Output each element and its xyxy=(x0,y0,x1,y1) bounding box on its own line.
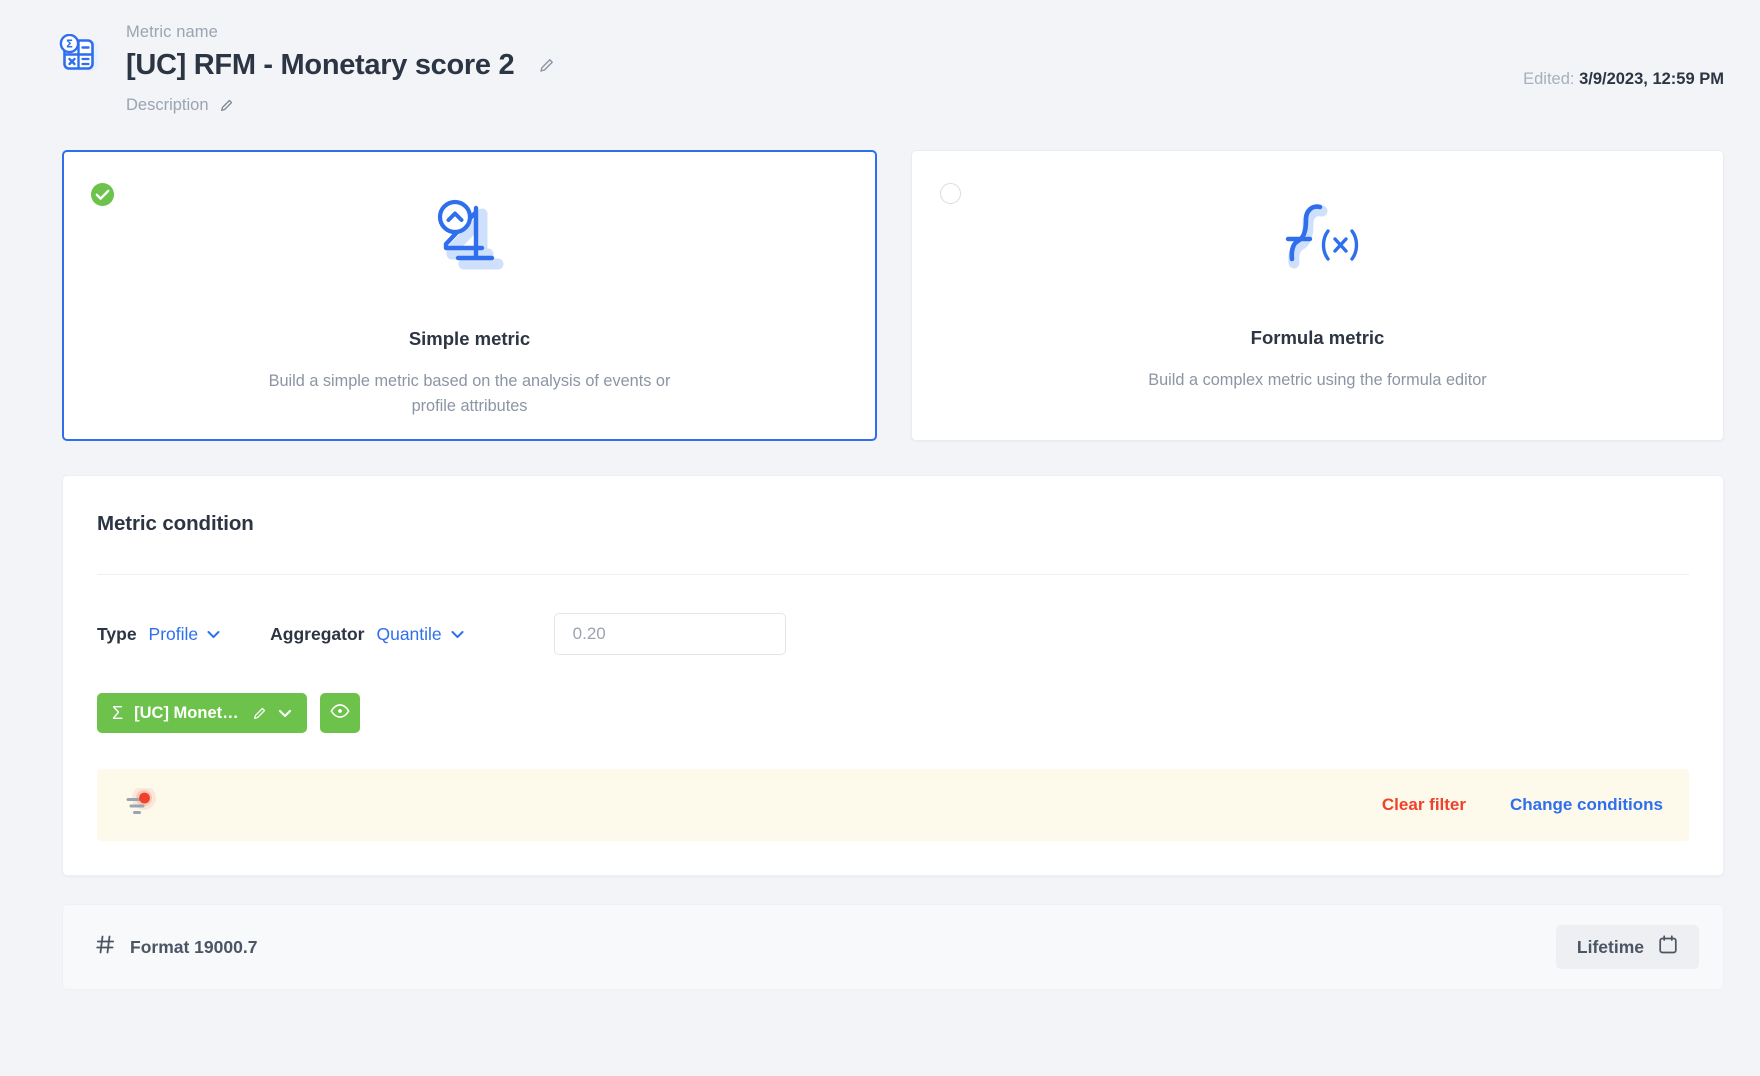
condition-controls-row: Type Profile Aggregator Quantile xyxy=(97,613,1689,655)
check-circle-icon xyxy=(90,182,115,207)
period-label: Lifetime xyxy=(1577,937,1644,958)
calendar-icon xyxy=(1658,934,1678,960)
description-placeholder[interactable]: Description xyxy=(126,96,209,115)
type-dropdown[interactable]: Profile xyxy=(149,624,221,645)
attribute-chip[interactable]: Σ [UC] Monetar... xyxy=(97,693,307,733)
aggregator-label: Aggregator xyxy=(270,624,364,645)
metric-calculator-sigma-icon: Σ xyxy=(56,34,102,80)
type-value: Profile xyxy=(149,624,199,645)
quantile-input[interactable] xyxy=(554,613,786,655)
page-title: [UC] RFM - Monetary score 2 xyxy=(126,48,514,82)
attribute-row: Σ [UC] Monetar... xyxy=(97,693,1689,733)
aggregator-value: Quantile xyxy=(376,624,441,645)
type-label: Type xyxy=(97,624,137,645)
panel-divider xyxy=(97,574,1689,575)
preview-eye-button[interactable] xyxy=(320,693,360,733)
radio-empty-icon[interactable] xyxy=(938,181,963,206)
clear-filter-button[interactable]: Clear filter xyxy=(1382,795,1466,815)
metric-type-title-formula: Formula metric xyxy=(1251,327,1385,349)
metric-type-card-formula[interactable]: Formula metric Build a complex metric us… xyxy=(911,150,1724,441)
edited-value: 3/9/2023, 12:59 PM xyxy=(1579,70,1724,88)
metric-type-selector: Simple metric Build a simple metric base… xyxy=(0,150,1760,441)
edited-timestamp: Edited: 3/9/2023, 12:59 PM xyxy=(1523,70,1724,89)
svg-text:Σ: Σ xyxy=(66,39,73,51)
eye-icon xyxy=(329,700,351,727)
format-bar: Format 19000.7 Lifetime xyxy=(62,904,1724,990)
number-four-chevron-up-icon xyxy=(422,190,518,286)
edited-label: Edited: xyxy=(1523,70,1574,88)
aggregator-dropdown[interactable]: Quantile xyxy=(376,624,463,645)
hash-icon xyxy=(95,934,116,960)
sigma-icon: Σ xyxy=(112,703,123,724)
edit-title-pencil-icon[interactable] xyxy=(538,57,555,74)
change-conditions-button[interactable]: Change conditions xyxy=(1510,795,1663,815)
metric-type-card-simple[interactable]: Simple metric Build a simple metric base… xyxy=(62,150,877,441)
metric-type-description-formula: Build a complex metric using the formula… xyxy=(1148,368,1486,393)
format-selector[interactable]: Format 19000.7 xyxy=(95,934,257,960)
metric-condition-panel: Metric condition Type Profile Aggregator… xyxy=(62,475,1724,876)
metric-condition-title: Metric condition xyxy=(97,512,1689,536)
chevron-down-icon xyxy=(207,630,220,639)
metric-type-title-simple: Simple metric xyxy=(409,328,530,350)
period-selector-button[interactable]: Lifetime xyxy=(1556,925,1699,969)
attribute-chevron-down-icon[interactable] xyxy=(278,709,292,718)
attribute-chip-label: [UC] Monetar... xyxy=(134,704,241,723)
metric-name-label: Metric name xyxy=(126,22,1724,42)
page-header: Σ Metric name [UC] RFM - Monetary score … xyxy=(0,0,1760,150)
format-label: Format 19000.7 xyxy=(130,937,257,958)
metric-type-description-simple: Build a simple metric based on the analy… xyxy=(260,369,680,419)
edit-description-pencil-icon[interactable] xyxy=(219,98,234,113)
filter-warning-bar: Clear filter Change conditions xyxy=(97,769,1689,841)
attribute-edit-pencil-icon[interactable] xyxy=(252,706,267,721)
filter-icon-with-alert-dot[interactable] xyxy=(119,788,159,822)
function-fx-icon xyxy=(1270,189,1366,285)
chevron-down-icon xyxy=(451,630,464,639)
